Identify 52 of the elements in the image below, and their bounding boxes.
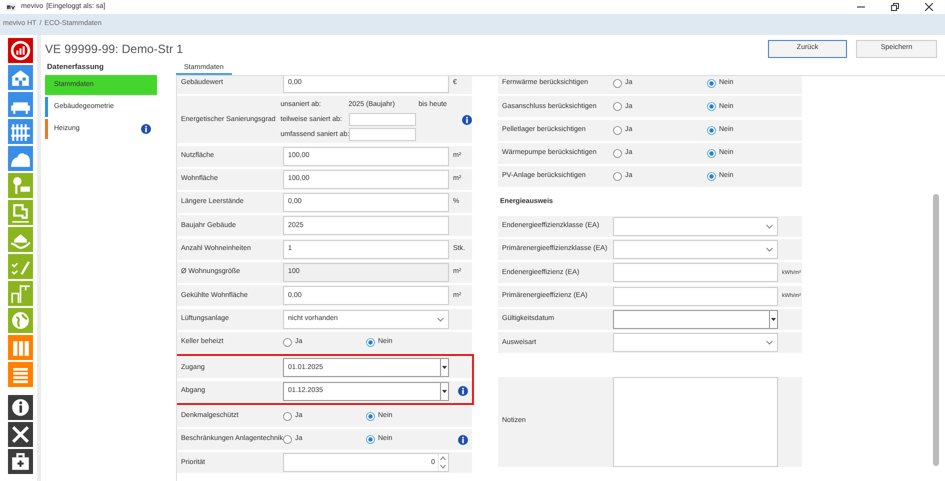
radio-button[interactable] — [613, 79, 622, 88]
chevron-down-icon[interactable] — [437, 316, 444, 322]
app-logo-icon — [6, 3, 16, 11]
caret-down-icon[interactable] — [442, 366, 447, 370]
radio-button[interactable] — [707, 79, 716, 88]
checklist-icon[interactable] — [8, 254, 32, 279]
page-title: VE 99999-99: Demo-Str 1 — [45, 41, 184, 58]
radio-button[interactable] — [283, 338, 292, 347]
binders-icon[interactable] — [8, 335, 32, 360]
info-icon[interactable] — [141, 124, 151, 134]
spinner-arrows-icon[interactable] — [438, 454, 448, 472]
fence-icon[interactable] — [8, 119, 32, 144]
input-field[interactable] — [348, 113, 416, 126]
date-field[interactable] — [613, 310, 778, 329]
house-hand-icon[interactable] — [8, 227, 32, 252]
radio-button[interactable] — [707, 148, 716, 158]
info-icon[interactable] — [462, 114, 472, 125]
caret-down-icon[interactable] — [771, 318, 776, 321]
radio-button[interactable] — [366, 435, 375, 444]
radio-button[interactable] — [613, 148, 622, 158]
chevron-down-icon[interactable] — [766, 247, 773, 252]
info-icon[interactable] — [458, 386, 468, 396]
chevron-down-icon[interactable] — [766, 340, 773, 346]
first-aid-icon[interactable] — [8, 449, 32, 474]
radio-button[interactable] — [613, 126, 622, 135]
radio-button[interactable] — [613, 172, 622, 182]
maximize-icon[interactable] — [891, 3, 899, 11]
input-field[interactable] — [348, 128, 416, 142]
input-field[interactable] — [613, 263, 778, 282]
sofa-icon[interactable] — [8, 92, 32, 117]
radio-button[interactable] — [366, 338, 375, 347]
radio-button[interactable] — [707, 102, 716, 112]
tree-icon[interactable] — [8, 146, 32, 171]
caret-down-icon[interactable] — [442, 390, 447, 393]
radio-button[interactable] — [283, 412, 292, 421]
list-icon[interactable] — [8, 362, 32, 387]
close-icon[interactable] — [925, 3, 933, 11]
info-icon[interactable] — [458, 434, 468, 445]
radio-button[interactable] — [613, 102, 622, 112]
chevron-down-icon[interactable] — [766, 224, 773, 229]
scrollbar-thumb[interactable] — [933, 194, 939, 466]
house-icon[interactable] — [8, 65, 32, 90]
radio-button[interactable] — [707, 126, 716, 135]
input-field[interactable] — [613, 286, 778, 306]
chart-icon[interactable] — [8, 38, 32, 63]
radio-button[interactable] — [283, 435, 292, 444]
info-icon[interactable] — [8, 395, 32, 420]
globe-icon[interactable] — [8, 308, 32, 333]
notes-field[interactable] — [613, 376, 778, 467]
radio-button[interactable] — [366, 412, 375, 421]
radio-button[interactable] — [707, 172, 716, 182]
floor-plan-icon[interactable] — [8, 200, 32, 225]
